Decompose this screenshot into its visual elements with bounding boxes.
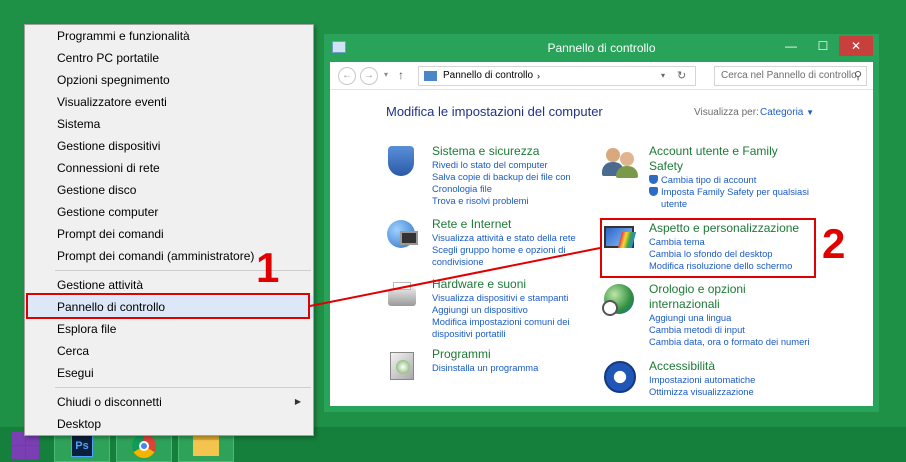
annotation-connector xyxy=(309,247,601,307)
step-number-2: 2 xyxy=(822,220,846,267)
step-number-1: 1 xyxy=(256,244,280,291)
